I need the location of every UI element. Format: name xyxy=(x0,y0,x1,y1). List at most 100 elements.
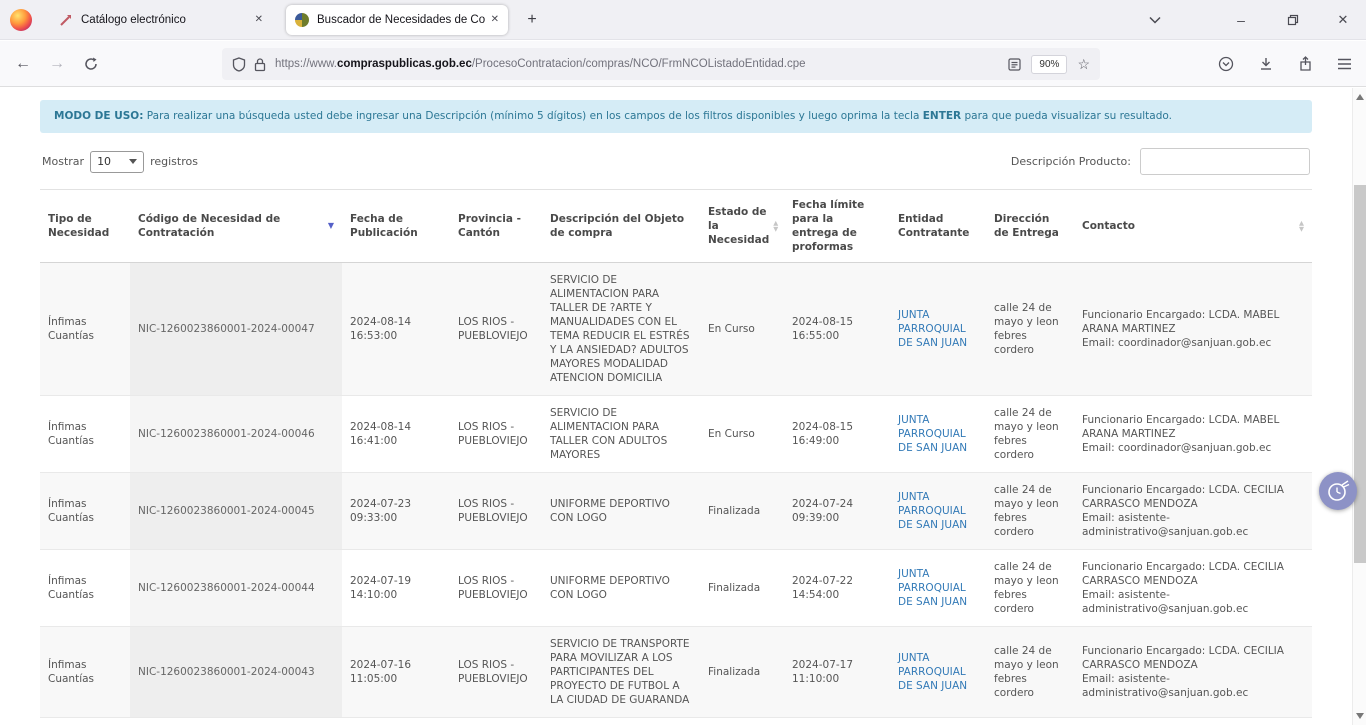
cell-estado: Finalizada xyxy=(700,550,784,627)
contacto-funcionario: Funcionario Encargado: LCDA. CECILIA CAR… xyxy=(1082,560,1304,588)
page-zoom-indicator[interactable]: 90% xyxy=(1031,55,1067,74)
contacto-email: Email: coordinador@sanjuan.gob.ec xyxy=(1082,336,1304,350)
url-prefix: https://www. xyxy=(275,58,337,70)
registros-label: registros xyxy=(150,155,198,168)
table-row: Ínfimas Cuantías NIC-1260023860001-2024-… xyxy=(40,473,1312,550)
cell-provincia: LOS RIOS - PUEBLOVIEJO xyxy=(450,473,542,550)
scrollbar-thumb[interactable] xyxy=(1354,185,1366,563)
window-restore-button[interactable] xyxy=(1276,0,1310,40)
cell-entidad: JUNTA PARROQUIAL DE SAN JUAN xyxy=(890,550,986,627)
mostrar-label: Mostrar xyxy=(42,155,84,168)
banner-text-end: para que pueda visualizar su resultado. xyxy=(961,110,1172,122)
window-minimize-button[interactable]: – xyxy=(1224,0,1258,40)
window-close-button[interactable]: ✕ xyxy=(1326,0,1360,40)
floating-clock-widget-button[interactable] xyxy=(1319,472,1357,510)
cell-descripcion: SERVICIO DE ALIMENTACION PARA TALLER CON… xyxy=(542,396,700,473)
pocket-icon[interactable] xyxy=(1218,56,1234,72)
cell-contacto: Funcionario Encargado: LCDA. CECILIA CAR… xyxy=(1074,550,1312,627)
cell-fecha-publicacion: 2024-08-14 16:41:00 xyxy=(342,396,450,473)
reload-button[interactable] xyxy=(76,41,106,87)
cell-estado: Finalizada xyxy=(700,473,784,550)
cell-tipo: Ínfimas Cuantías xyxy=(40,473,130,550)
entidad-link[interactable]: JUNTA PARROQUIAL DE SAN JUAN xyxy=(898,309,967,349)
contacto-email: Email: asistente-administrativo@sanjuan.… xyxy=(1082,588,1304,616)
cell-contacto: Funcionario Encargado: LCDA. MABEL ARANA… xyxy=(1074,263,1312,396)
url-path: /ProcesoContratacion/compras/NCO/FrmNCOL… xyxy=(472,58,806,70)
scrollbar-down-arrow[interactable] xyxy=(1356,713,1364,719)
url-text: https://www.compraspublicas.gob.ec/Proce… xyxy=(275,58,806,70)
entidad-link[interactable]: JUNTA PARROQUIAL DE SAN JUAN xyxy=(898,491,967,531)
contacto-funcionario: Funcionario Encargado: LCDA. CECILIA CAR… xyxy=(1082,483,1304,511)
cell-fecha-publicacion: 2024-07-23 09:33:00 xyxy=(342,473,450,550)
header-direccion-entrega[interactable]: Dirección de Entrega xyxy=(986,190,1074,263)
cell-codigo: NIC-1260023860001-2024-00043 xyxy=(130,627,342,718)
table-row: Ínfimas Cuantías NIC-1260023860001-2024-… xyxy=(40,627,1312,718)
page-scrollbar[interactable] xyxy=(1352,88,1366,725)
cell-estado: En Curso xyxy=(700,263,784,396)
list-all-tabs-chevron-icon[interactable] xyxy=(1140,0,1170,40)
contacto-funcionario: Funcionario Encargado: LCDA. MABEL ARANA… xyxy=(1082,308,1304,336)
tab-buscador-necesidades[interactable]: Buscador de Necesidades de Co ✕ xyxy=(286,5,508,35)
page-size-select[interactable]: 10 xyxy=(90,151,144,173)
header-label: Contacto xyxy=(1082,219,1135,233)
new-tab-button[interactable]: + xyxy=(520,11,544,29)
header-descripcion-objeto[interactable]: Descripción del Objeto de compra xyxy=(542,190,700,263)
tab-close-icon[interactable]: ✕ xyxy=(255,14,263,25)
table-header-row: Tipo de Necesidad Código de Necesidad de… xyxy=(40,190,1312,263)
banner-text: Para realizar una búsqueda usted debe in… xyxy=(143,110,922,122)
cell-tipo: Ínfimas Cuantías xyxy=(40,263,130,396)
descripcion-producto-input[interactable] xyxy=(1140,148,1310,175)
catalogo-favicon-icon xyxy=(59,13,73,27)
navigation-toolbar: ← → https://www.compraspublicas.gob.ec/P… xyxy=(0,41,1366,87)
firefox-logo-icon[interactable] xyxy=(10,9,32,31)
cell-entidad: JUNTA PARROQUIAL DE SAN JUAN xyxy=(890,263,986,396)
tab-title: Buscador de Necesidades de Co xyxy=(317,14,485,26)
cell-codigo: NIC-1260023860001-2024-00046 xyxy=(130,396,342,473)
menu-hamburger-icon[interactable] xyxy=(1337,58,1352,70)
cell-tipo: Ínfimas Cuantías xyxy=(40,396,130,473)
downloads-icon[interactable] xyxy=(1258,56,1274,72)
cell-fecha-publicacion: 2024-07-16 11:05:00 xyxy=(342,627,450,718)
cell-descripcion: UNIFORME DEPORTIVO CON LOGO xyxy=(542,550,700,627)
cell-fecha-limite: 2024-07-17 11:10:00 xyxy=(784,627,890,718)
tab-title: Catálogo electrónico xyxy=(81,14,249,26)
share-icon[interactable] xyxy=(1298,56,1313,72)
cell-entidad: JUNTA PARROQUIAL DE SAN JUAN xyxy=(890,473,986,550)
forward-button[interactable]: → xyxy=(42,41,72,87)
entidad-link[interactable]: JUNTA PARROQUIAL DE SAN JUAN xyxy=(898,414,967,454)
header-entidad-contratante[interactable]: Entidad Contratante xyxy=(890,190,986,263)
cell-contacto: Funcionario Encargado: LCDA. CECILIA CAR… xyxy=(1074,627,1312,718)
contacto-funcionario: Funcionario Encargado: LCDA. CECILIA CAR… xyxy=(1082,644,1304,672)
tab-catalogo-electronico[interactable]: Catálogo electrónico ✕ xyxy=(50,5,272,35)
url-bar[interactable]: https://www.compraspublicas.gob.ec/Proce… xyxy=(222,48,1100,80)
lock-icon[interactable] xyxy=(254,57,266,72)
cell-tipo: Ínfimas Cuantías xyxy=(40,550,130,627)
entidad-link[interactable]: JUNTA PARROQUIAL DE SAN JUAN xyxy=(898,568,967,608)
scrollbar-up-arrow[interactable] xyxy=(1356,94,1364,100)
table-row: Ínfimas Cuantías NIC-1260023860001-2024-… xyxy=(40,396,1312,473)
cell-fecha-limite: 2024-07-22 14:54:00 xyxy=(784,550,890,627)
banner-label: MODO DE USO: xyxy=(54,110,143,122)
page-content: MODO DE USO: Para realizar una búsqueda … xyxy=(0,88,1352,725)
contacto-email: Email: coordinador@sanjuan.gob.ec xyxy=(1082,441,1304,455)
header-codigo-necesidad[interactable]: Código de Necesidad de Contratación▼ xyxy=(130,190,342,263)
cell-direccion: calle 24 de mayo y leon febres cordero xyxy=(986,473,1074,550)
header-contacto[interactable]: Contacto▲▼ xyxy=(1074,190,1312,263)
header-estado-necesidad[interactable]: Estado de la Necesidad▲▼ xyxy=(700,190,784,263)
back-button[interactable]: ← xyxy=(8,41,38,87)
bookmark-star-icon[interactable]: ☆ xyxy=(1077,56,1090,73)
header-tipo-necesidad[interactable]: Tipo de Necesidad xyxy=(40,190,130,263)
cell-direccion: calle 24 de mayo y leon febres cordero xyxy=(986,396,1074,473)
toolbar-right-icons xyxy=(1218,41,1352,87)
tab-close-icon[interactable]: ✕ xyxy=(491,14,499,25)
header-provincia-canton[interactable]: Provincia - Cantón xyxy=(450,190,542,263)
reader-view-icon[interactable] xyxy=(1008,58,1021,71)
cell-contacto: Funcionario Encargado: LCDA. CECILIA CAR… xyxy=(1074,473,1312,550)
cell-tipo: Ínfimas Cuantías xyxy=(40,627,130,718)
entidad-link[interactable]: JUNTA PARROQUIAL DE SAN JUAN xyxy=(898,652,967,692)
table-row: Ínfimas Cuantías NIC-1260023860001-2024-… xyxy=(40,263,1312,396)
cell-estado: Finalizada xyxy=(700,627,784,718)
header-fecha-limite[interactable]: Fecha límite para la entrega de proforma… xyxy=(784,190,890,263)
shield-permissions-icon[interactable] xyxy=(232,57,246,72)
header-fecha-publicacion[interactable]: Fecha de Publicación xyxy=(342,190,450,263)
